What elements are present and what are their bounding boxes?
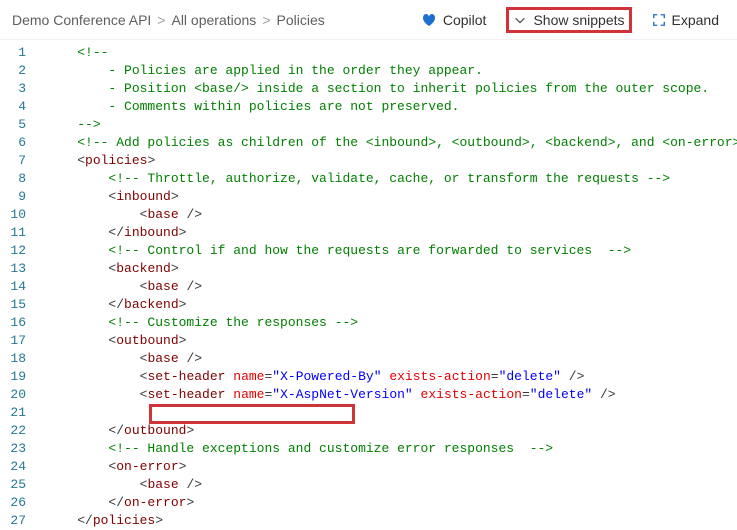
- header-bar: Demo Conference API > All operations > P…: [0, 0, 737, 40]
- copilot-icon: [421, 12, 437, 28]
- chevron-down-icon: [513, 13, 527, 27]
- show-snippets-button[interactable]: Show snippets: [506, 7, 631, 33]
- line-number: 14: [0, 278, 26, 296]
- line-number: 8: [0, 170, 26, 188]
- line-number: 12: [0, 242, 26, 260]
- code-area[interactable]: <!-- - Policies are applied in the order…: [36, 44, 737, 530]
- code-line[interactable]: <set-header name="X-Powered-By" exists-a…: [46, 368, 737, 386]
- line-number: 24: [0, 458, 26, 476]
- code-line[interactable]: </policies>: [46, 512, 737, 530]
- code-line[interactable]: <inbound>: [46, 188, 737, 206]
- code-line[interactable]: [46, 404, 737, 422]
- line-number: 13: [0, 260, 26, 278]
- line-number: 17: [0, 332, 26, 350]
- code-line[interactable]: <!-- Customize the responses -->: [46, 314, 737, 332]
- code-line[interactable]: -->: [46, 116, 737, 134]
- line-number: 16: [0, 314, 26, 332]
- code-line[interactable]: <!-- Control if and how the requests are…: [46, 242, 737, 260]
- code-line[interactable]: <!-- Throttle, authorize, validate, cach…: [46, 170, 737, 188]
- line-number: 5: [0, 116, 26, 134]
- code-line[interactable]: <base />: [46, 350, 737, 368]
- line-number: 9: [0, 188, 26, 206]
- line-number: 4: [0, 98, 26, 116]
- line-number: 3: [0, 80, 26, 98]
- line-number: 15: [0, 296, 26, 314]
- line-number: 25: [0, 476, 26, 494]
- line-number: 22: [0, 422, 26, 440]
- code-line[interactable]: <set-header name="X-AspNet-Version" exis…: [46, 386, 737, 404]
- line-number: 20: [0, 386, 26, 404]
- code-line[interactable]: <!-- Add policies as children of the <in…: [46, 134, 737, 152]
- code-line[interactable]: - Policies are applied in the order they…: [46, 62, 737, 80]
- copilot-label: Copilot: [443, 12, 487, 28]
- show-snippets-label: Show snippets: [533, 12, 624, 28]
- breadcrumb-item: Policies: [277, 12, 325, 28]
- breadcrumb-item[interactable]: Demo Conference API: [12, 12, 151, 28]
- code-line[interactable]: <!-- Handle exceptions and customize err…: [46, 440, 737, 458]
- copilot-button[interactable]: Copilot: [415, 8, 493, 32]
- code-line[interactable]: <policies>: [46, 152, 737, 170]
- code-line[interactable]: </backend>: [46, 296, 737, 314]
- breadcrumb-item[interactable]: All operations: [171, 12, 256, 28]
- line-number: 1: [0, 44, 26, 62]
- line-number: 10: [0, 206, 26, 224]
- toolbar: Copilot Show snippets Expand: [415, 7, 725, 33]
- line-number: 2: [0, 62, 26, 80]
- line-number: 21: [0, 404, 26, 422]
- expand-icon: [652, 13, 666, 27]
- code-line[interactable]: </on-error>: [46, 494, 737, 512]
- breadcrumb-sep: >: [262, 12, 270, 28]
- code-line[interactable]: <on-error>: [46, 458, 737, 476]
- code-line[interactable]: - Comments within policies are not prese…: [46, 98, 737, 116]
- line-gutter: 1234567891011121314151617181920212223242…: [0, 44, 36, 530]
- code-editor[interactable]: 1234567891011121314151617181920212223242…: [0, 40, 737, 530]
- breadcrumb: Demo Conference API > All operations > P…: [12, 12, 415, 28]
- code-line[interactable]: <backend>: [46, 260, 737, 278]
- line-number: 26: [0, 494, 26, 512]
- code-line[interactable]: <base />: [46, 206, 737, 224]
- code-line[interactable]: </outbound>: [46, 422, 737, 440]
- line-number: 6: [0, 134, 26, 152]
- line-number: 27: [0, 512, 26, 530]
- line-number: 11: [0, 224, 26, 242]
- expand-button[interactable]: Expand: [646, 8, 725, 32]
- breadcrumb-sep: >: [157, 12, 165, 28]
- code-line[interactable]: <outbound>: [46, 332, 737, 350]
- code-line[interactable]: </inbound>: [46, 224, 737, 242]
- code-line[interactable]: - Position <base/> inside a section to i…: [46, 80, 737, 98]
- line-number: 7: [0, 152, 26, 170]
- code-line[interactable]: <base />: [46, 476, 737, 494]
- line-number: 18: [0, 350, 26, 368]
- code-line[interactable]: <base />: [46, 278, 737, 296]
- line-number: 23: [0, 440, 26, 458]
- code-line[interactable]: <!--: [46, 44, 737, 62]
- line-number: 19: [0, 368, 26, 386]
- expand-label: Expand: [672, 12, 719, 28]
